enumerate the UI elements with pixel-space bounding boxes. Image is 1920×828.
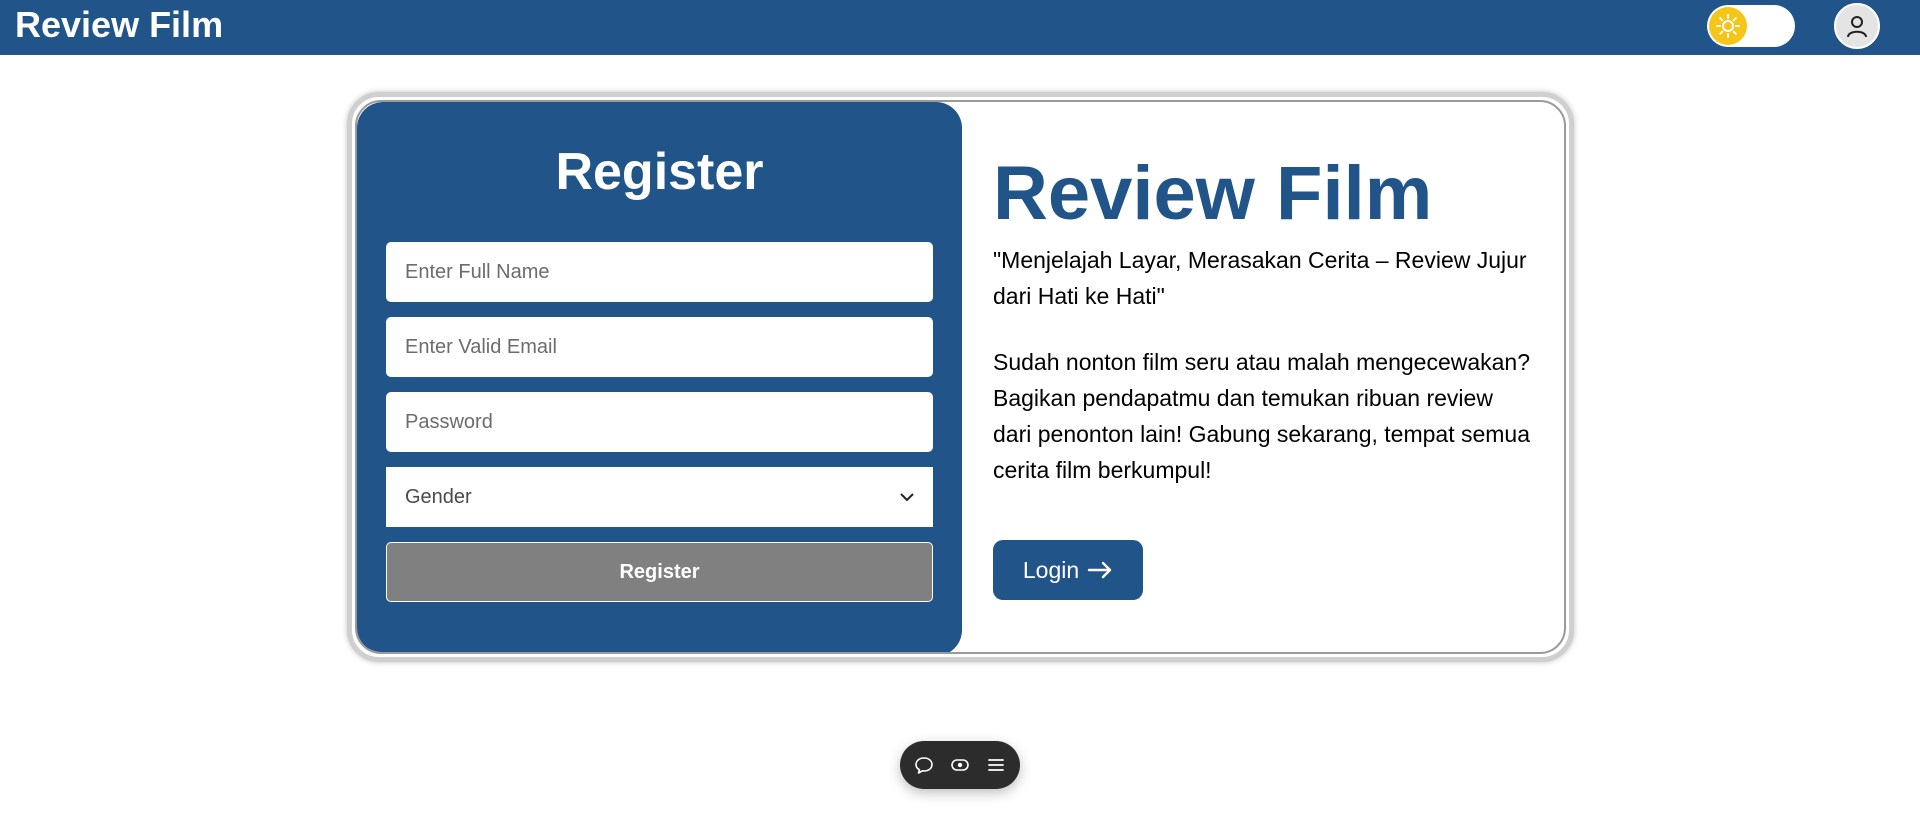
gender-select-value: Gender [405,486,472,508]
register-button[interactable]: Register [386,542,933,602]
register-card-inner: Register Gender Register Review Film "Me… [355,100,1566,654]
login-button-label: Login [1022,556,1080,583]
comment-icon[interactable] [913,754,935,776]
gender-select[interactable]: Gender [386,467,933,527]
user-icon [1847,16,1867,38]
theme-toggle[interactable] [1707,5,1795,47]
floating-toolbar [900,741,1020,789]
user-avatar[interactable] [1834,3,1880,49]
login-button[interactable]: Login [993,540,1143,600]
register-card: Register Gender Register Review Film "Me… [347,92,1574,662]
eye-icon[interactable] [949,754,971,776]
password-input[interactable] [386,392,933,452]
email-input[interactable] [386,317,933,377]
full-name-input[interactable] [386,242,933,302]
arrow-right-icon [1087,561,1112,579]
info-title: Review Film [993,151,1433,236]
description: Sudah nonton film seru atau malah mengec… [993,349,1531,483]
tagline: "Menjelajah Layar, Merasakan Cerita – Re… [993,247,1527,309]
sun-icon [1709,7,1747,45]
chevron-down-icon [900,493,914,502]
register-form-panel: Register Gender Register [357,102,962,652]
menu-icon[interactable] [985,754,1007,776]
brand-title[interactable]: Review Film [15,5,223,45]
register-form-title: Register [555,143,764,201]
navbar: Review Film [0,0,1920,55]
